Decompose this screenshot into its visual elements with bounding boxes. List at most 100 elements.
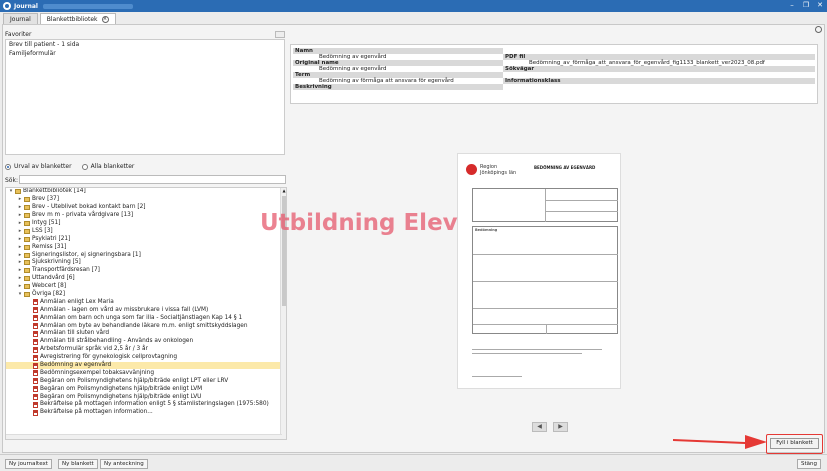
preview-form-title: BEDÖMNING AV EGENVÅRD	[534, 165, 596, 170]
tree-form-row[interactable]: Anmälan enligt Lex Maria	[6, 298, 286, 306]
close-window-button[interactable]: ✕	[815, 1, 825, 10]
expand-arrow-icon[interactable]: ▸	[17, 252, 23, 259]
new-journal-text-button[interactable]: Ny journaltext	[5, 459, 52, 469]
pdf-file-icon	[33, 378, 38, 385]
expand-arrow-icon[interactable]: ▸	[17, 283, 23, 290]
region-logo: Region Jönköpings län	[466, 164, 516, 176]
search-input[interactable]	[19, 175, 286, 184]
folder-icon	[24, 213, 30, 219]
next-page-button[interactable]: ▶	[553, 422, 568, 432]
tree-vertical-scrollbar[interactable]: ▲	[280, 188, 286, 439]
folder-icon	[24, 252, 30, 258]
close-button[interactable]: Stäng	[797, 459, 821, 469]
preview-patient-box	[472, 188, 618, 222]
tab-bar: Journal Blankettbibliotek ×	[3, 13, 116, 24]
expand-arrow-icon[interactable]: ▸	[17, 259, 23, 266]
pdf-file-icon	[33, 330, 38, 337]
tree-item-label: LSS [3]	[32, 227, 53, 234]
tree-form-row[interactable]: Begäran om Polismyndighetens hjälp/biträ…	[6, 393, 286, 401]
radio-selected-icon	[5, 163, 11, 170]
description-header: Beskrivning	[293, 84, 503, 90]
expand-arrow-icon[interactable]: ▸	[17, 267, 23, 274]
expand-arrow-icon[interactable]: ▸	[17, 228, 23, 235]
scroll-up-icon[interactable]: ▲	[281, 188, 286, 194]
pdf-file-icon	[33, 323, 38, 330]
tab-journal[interactable]: Journal	[3, 13, 38, 24]
folder-icon	[24, 236, 30, 242]
tree-form-row[interactable]: Begäran om Polismyndighetens hjälp/biträ…	[6, 377, 286, 385]
tab-blankettbibliotek[interactable]: Blankettbibliotek ×	[39, 13, 116, 24]
expand-arrow-icon[interactable]: ▸	[17, 220, 23, 227]
radio-all-forms[interactable]: Alla blanketter	[81, 163, 134, 170]
tree-horizontal-scrollbar[interactable]	[6, 434, 282, 439]
tree-form-row[interactable]: Bekräftelse på mottagen information enli…	[6, 401, 286, 409]
settings-gear-icon[interactable]	[815, 26, 822, 33]
tree-folder-row[interactable]: ▸ Webcert [8]	[6, 283, 286, 291]
tree-item-label: Avregistrering för gynekologisk cellprov…	[40, 354, 178, 361]
tree-item-label: Bedömning av egenvård	[40, 362, 112, 369]
tree-item-label: Brev [37]	[32, 196, 59, 203]
tree-form-row[interactable]: Anmälan till sluten vård	[6, 330, 286, 338]
tree-folder-row[interactable]: ▸ Intyg [51]	[6, 220, 286, 228]
maximize-button[interactable]: ❐	[801, 1, 811, 10]
expand-arrow-icon[interactable]: ▾	[8, 188, 14, 195]
fill-form-button[interactable]: Fyll i blankett	[770, 438, 819, 449]
tree-form-row[interactable]: Anmälan - lagen om vård av missbrukare i…	[6, 306, 286, 314]
favorite-item[interactable]: Brev till patient - 1 sida	[6, 40, 284, 49]
form-info-panel: Namn Bedömning av egenvård Original name…	[290, 44, 818, 104]
tree-folder-row[interactable]: ▾ Övriga [82]	[6, 291, 286, 299]
favorites-list: Brev till patient - 1 sida Familjeformul…	[5, 39, 285, 155]
tree-folder-row[interactable]: ▸ Uttandvård [6]	[6, 275, 286, 283]
main-area: Journal Blankettbibliotek × Favoriter Br…	[0, 12, 827, 471]
tree-folder-row[interactable]: ▸ Remiss [31]	[6, 243, 286, 251]
tree-form-row[interactable]: Anmälan om byte av behandlande läkare m.…	[6, 322, 286, 330]
tree-folder-row[interactable]: ▸ Sjukskrivning [5]	[6, 259, 286, 267]
minimize-button[interactable]: –	[787, 1, 797, 10]
tree-folder-row[interactable]: ▸ Brev - Uteblivet bokad kontakt barn [2]	[6, 204, 286, 212]
tree-item-label: Övriga [82]	[32, 291, 65, 298]
tree-folder-row[interactable]: ▸ Signeringslistor, ej signeringsbara [1]	[6, 251, 286, 259]
expand-arrow-icon[interactable]: ▸	[17, 196, 23, 203]
tree-form-row[interactable]: Bekräftelse på mottagen information...	[6, 409, 286, 417]
tree-folder-row[interactable]: ▸ LSS [3]	[6, 227, 286, 235]
expand-arrow-icon[interactable]: ▸	[17, 244, 23, 251]
expand-arrow-icon[interactable]: ▸	[17, 204, 23, 211]
expand-arrow-icon[interactable]: ▾	[17, 291, 23, 298]
tree-folder-row[interactable]: ▾ Blankettbibliotek [14]	[6, 188, 286, 196]
tree-form-row[interactable]: Anmälan till strålbehandling - Används a…	[6, 338, 286, 346]
tree-folder-row[interactable]: ▸ Brev [37]	[6, 196, 286, 204]
tree-form-row[interactable]: Anmälan om barn och unga som far illa - …	[6, 314, 286, 322]
tree-form-row[interactable]: Begäran om Polismyndighetens hjälp/biträ…	[6, 385, 286, 393]
info-class-header: Informationsklass	[503, 78, 815, 84]
tree-folder-row[interactable]: ▸ Psykiatri [21]	[6, 235, 286, 243]
tree-item-label: Bedömningsexempel tobaksavvänjning	[40, 369, 155, 376]
close-tab-icon[interactable]: ×	[101, 15, 109, 23]
red-arrow-icon	[673, 435, 767, 449]
tree-folder-row[interactable]: ▸ Transportfärdsresan [7]	[6, 267, 286, 275]
pdf-file-icon	[33, 409, 38, 416]
previous-page-button[interactable]: ◀	[532, 422, 547, 432]
tree-item-label: Webcert [8]	[32, 283, 67, 290]
new-form-button[interactable]: Ny blankett	[58, 459, 98, 469]
tree-form-row[interactable]: Bedömningsexempel tobaksavvänjning	[6, 369, 286, 377]
tree-folder-row[interactable]: ▸ Brev m m - privata vårdgivare [13]	[6, 212, 286, 220]
tree-form-row[interactable]: Avregistrering för gynekologisk cellprov…	[6, 354, 286, 362]
expand-arrow-icon[interactable]: ▸	[17, 236, 23, 243]
folder-icon	[24, 276, 30, 282]
favorites-menu-button[interactable]	[275, 31, 285, 38]
expand-arrow-icon[interactable]: ▸	[17, 212, 23, 219]
folder-icon	[24, 205, 30, 211]
pdf-file-icon	[33, 354, 38, 361]
radio-label: Urval av blanketter	[14, 163, 72, 170]
radio-selection[interactable]: Urval av blanketter	[5, 163, 72, 170]
search-label: Sök:	[5, 177, 18, 184]
expand-arrow-icon[interactable]: ▸	[17, 275, 23, 282]
tree-form-row[interactable]: Bedömning av egenvård	[6, 361, 286, 370]
new-note-button[interactable]: Ny anteckning	[100, 459, 148, 469]
tree-form-row[interactable]: Arbetsformulär språk vid 2,5 år / 3 år	[6, 346, 286, 354]
favorite-item[interactable]: Familjeformulär	[6, 49, 284, 58]
org-line2: Jönköpings län	[480, 170, 517, 176]
folder-icon	[24, 260, 30, 266]
scroll-thumb[interactable]	[282, 196, 286, 306]
folder-icon	[24, 228, 30, 234]
